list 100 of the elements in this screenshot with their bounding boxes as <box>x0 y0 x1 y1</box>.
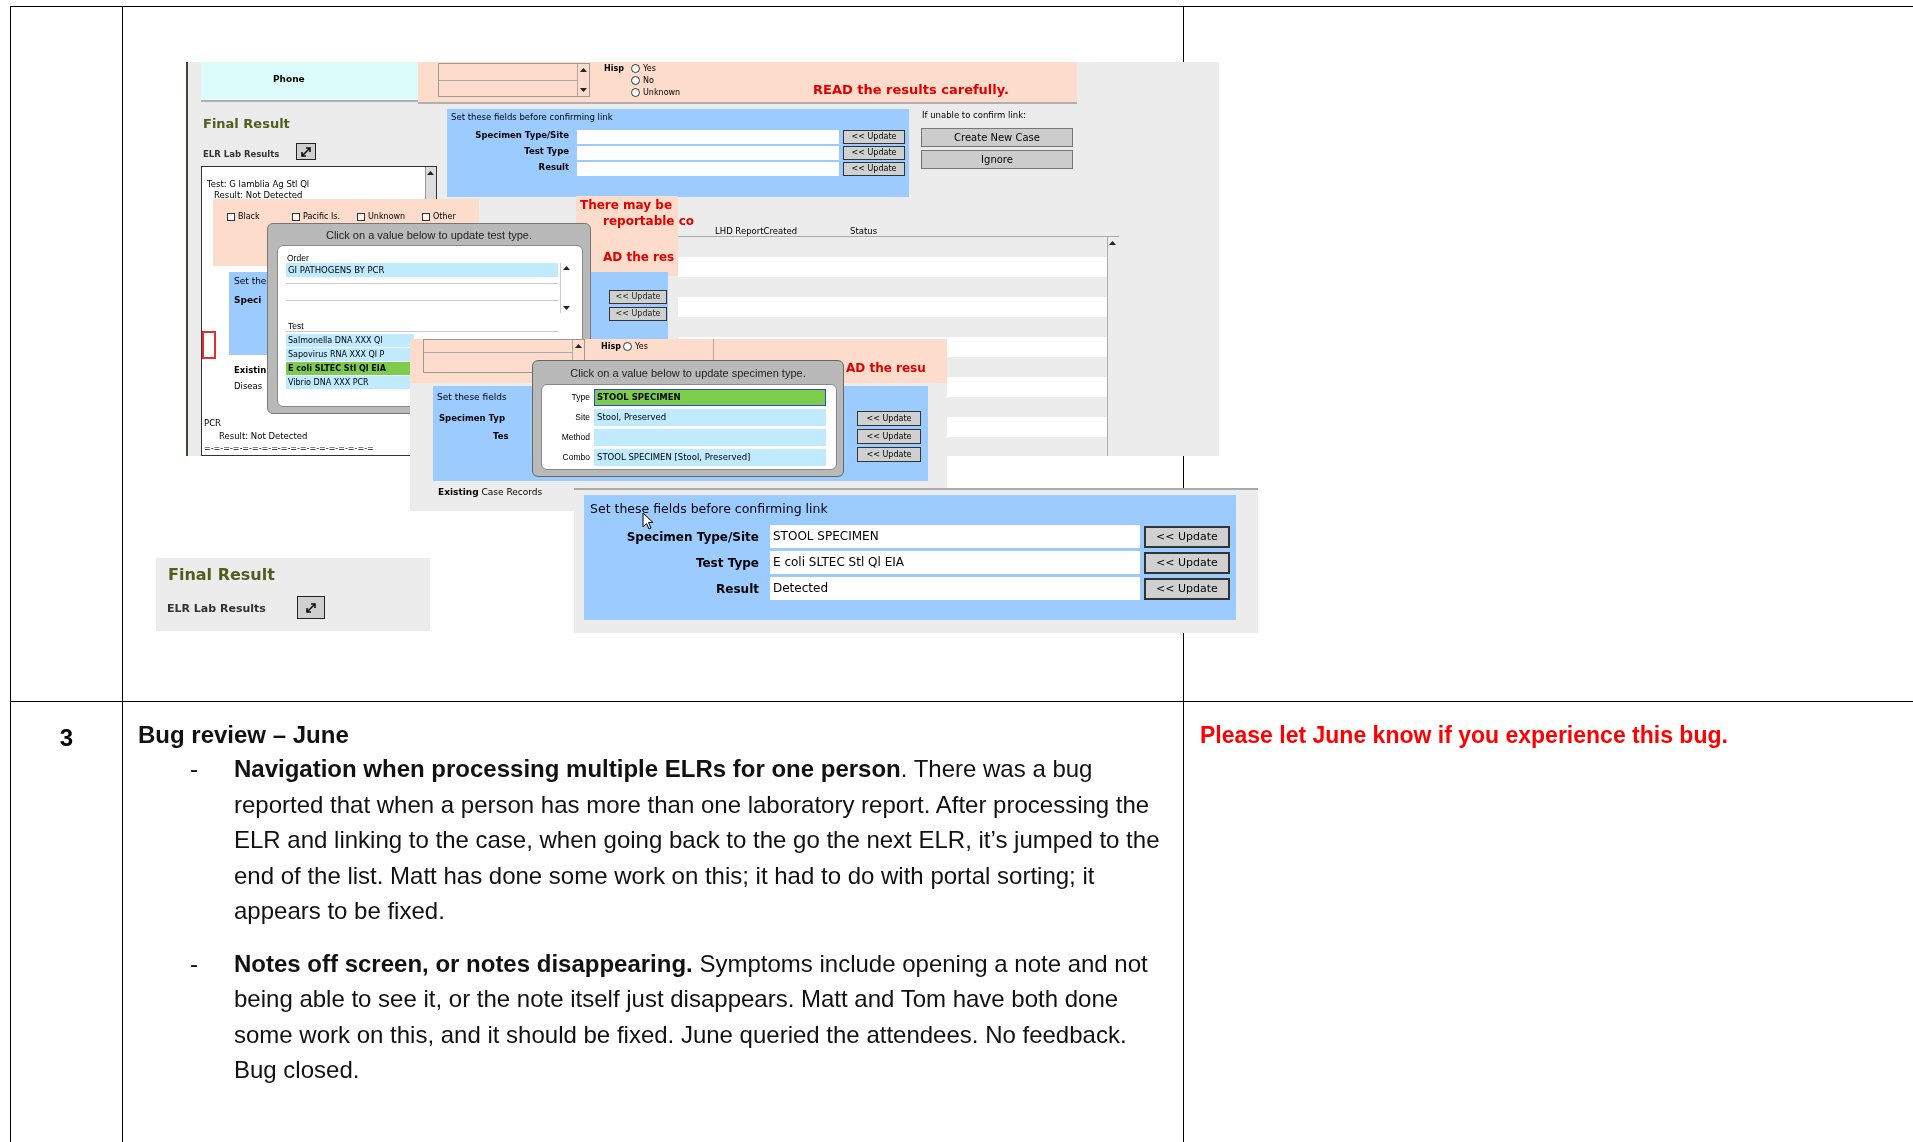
up-arrow-icon[interactable] <box>427 171 434 175</box>
field-label: Result <box>715 580 759 598</box>
case-label: Diseas <box>234 380 263 393</box>
checkbox[interactable] <box>357 212 365 221</box>
alert-text: There may be <box>580 197 673 214</box>
update-button[interactable]: << Update <box>843 162 905 176</box>
ignore-button[interactable]: Ignore <box>921 150 1073 169</box>
checkbox[interactable] <box>422 212 430 221</box>
result-line: Test: G lamblia Ag Stl Ql <box>207 178 310 191</box>
expand-button[interactable] <box>297 596 325 619</box>
update-button[interactable]: << Update <box>857 411 921 426</box>
update-button[interactable]: << Update <box>843 130 905 144</box>
up-arrow-icon[interactable] <box>580 68 587 72</box>
bullet-text: Notes off screen, or notes disappearing. Symptoms include opening a note and not being able to see it, or the note itself just disappears. Matt and Tom have both done some work on this, and it should be fixed. June queried the attendees. No feedback. Bug closed. <box>234 948 1149 1085</box>
down-arrow-icon[interactable] <box>580 88 587 92</box>
down-arrow-icon[interactable] <box>563 306 570 310</box>
radio-button[interactable] <box>623 342 632 351</box>
result-line: Result: Not Detected <box>219 430 308 443</box>
checkbox-label: Pacific Is. <box>303 210 341 223</box>
radio-button[interactable] <box>631 76 640 85</box>
column-header: LHD ReportCreated <box>715 225 798 238</box>
update-button[interactable]: << Update <box>857 447 921 462</box>
input-field[interactable] <box>577 146 839 160</box>
field-label: Specimen Typ <box>439 412 505 425</box>
option-field[interactable]: STOOL SPECIMEN [Stool, Preserved] <box>594 449 826 466</box>
result-line: Result: Not Detected <box>214 189 303 202</box>
up-arrow-icon[interactable] <box>575 344 582 348</box>
alert-text: AD the res <box>603 249 675 266</box>
alert-text: reportable co <box>603 213 695 230</box>
field-label: Speci <box>234 294 262 307</box>
option-field[interactable] <box>594 429 826 446</box>
field-label: Specimen Type/Site <box>625 528 759 546</box>
warning-text: READ the results carefully. <box>813 81 1009 99</box>
checkbox[interactable] <box>292 212 300 221</box>
input-field[interactable] <box>577 162 839 176</box>
input-field[interactable] <box>577 130 839 144</box>
field-label: Method <box>560 431 591 444</box>
checkbox-label: Black <box>238 210 260 223</box>
radio-button[interactable] <box>631 88 640 97</box>
list-marker: - <box>189 948 199 979</box>
highlight-box <box>202 331 216 359</box>
option-field[interactable]: STOOL SPECIMEN <box>594 389 826 406</box>
update-button[interactable]: << Update <box>1144 551 1230 574</box>
update-button[interactable]: << Update <box>609 307 667 321</box>
radio-button[interactable] <box>631 64 640 73</box>
section-title: Final Result <box>203 115 290 133</box>
field-label: Type <box>570 391 591 404</box>
checkbox-label: Other <box>433 210 456 223</box>
section-label: Existing Case Records <box>438 486 543 499</box>
note-text: Please let June know if you experience this bug. <box>1200 722 1728 748</box>
update-button[interactable]: << Update <box>857 429 921 444</box>
item-number: 3 <box>59 723 74 753</box>
expand-arrows-icon <box>305 601 317 614</box>
alert-text: AD the resu <box>846 360 926 377</box>
expand-button[interactable] <box>296 143 316 160</box>
phone-label: Phone <box>273 74 305 84</box>
expand-arrows-icon <box>300 145 312 158</box>
column-header: Status <box>850 225 878 238</box>
field-label: Site <box>574 411 591 424</box>
field-label: Combo <box>561 451 591 464</box>
field-label: Specimen Type/Site <box>475 129 569 142</box>
checkbox[interactable] <box>227 212 235 221</box>
mouse-cursor-icon <box>642 512 654 530</box>
field-label: Tes <box>493 430 509 443</box>
test-label: Test <box>288 320 304 333</box>
result-line: PCR <box>204 417 221 430</box>
list-marker: - <box>189 754 199 784</box>
panel-title: Set these fields <box>437 391 507 404</box>
field-label: Test Type <box>524 145 569 158</box>
checkbox-label: Unknown <box>368 210 406 223</box>
input-field[interactable]: E coli SLTEC Stl Ql EIA <box>770 551 1140 574</box>
up-arrow-icon[interactable] <box>1109 241 1116 245</box>
order-item[interactable]: GI PATHOGENS BY PCR <box>286 263 558 277</box>
radio-label: Yes <box>643 63 656 74</box>
field-label: Test Type <box>694 554 759 572</box>
input-field[interactable]: STOOL SPECIMEN <box>770 525 1140 548</box>
update-button[interactable]: << Update <box>1144 577 1230 600</box>
instruction-text: If unable to confirm link: <box>922 109 1026 122</box>
update-button[interactable]: << Update <box>843 146 905 160</box>
update-button[interactable]: << Update <box>609 290 667 304</box>
popup-title: Click on a value below to update specimen type. <box>569 366 807 381</box>
create-case-button[interactable]: Create New Case <box>921 128 1073 147</box>
item-heading: Bug review – June <box>138 720 350 750</box>
scrollbar[interactable] <box>1107 237 1119 456</box>
case-label: Existin <box>234 364 267 377</box>
bullet-text: Navigation when processing multiple ELRs for one person. There was a bug reported that when a person has more than one laboratory report. After processing the ELR and linking to the case, when going back to the go the next ELR, it’s jumped to the end of the list. Matt has done some work on this; it had to do with portal sorting; it appears to be fixed. <box>234 754 1161 926</box>
elr-label: ELR Lab Results <box>203 148 280 161</box>
input-field[interactable]: Detected <box>770 577 1140 600</box>
update-button[interactable]: << Update <box>1144 525 1230 548</box>
hisp-label: Hisp <box>601 341 621 353</box>
test-item[interactable]: Salmonella DNA XXX Ql <box>286 334 414 347</box>
panel-title: Set these fields before confirming link <box>451 111 613 124</box>
popup-title: Click on a value below to update test type. <box>324 228 534 243</box>
up-arrow-icon[interactable] <box>563 266 570 270</box>
radio-label: Yes <box>635 341 648 352</box>
field-label: Result <box>538 161 569 174</box>
option-field[interactable]: Stool, Preserved <box>594 409 826 426</box>
radio-label: No <box>643 75 654 86</box>
hisp-label: Hisp <box>604 63 624 75</box>
elr-label: ELR Lab Results <box>167 601 266 617</box>
